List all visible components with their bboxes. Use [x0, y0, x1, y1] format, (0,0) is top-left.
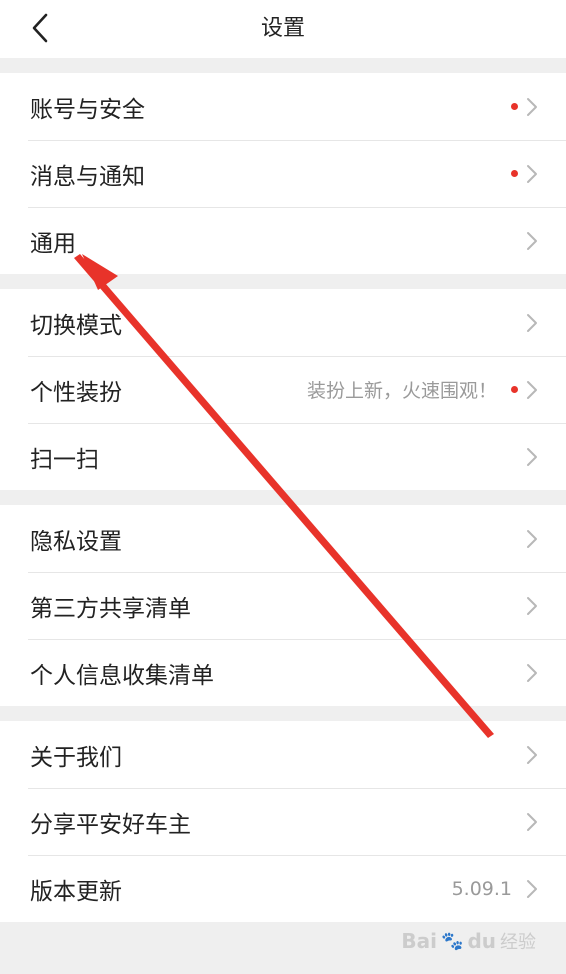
- settings-group: 隐私设置第三方共享清单 个人信息收集清单: [0, 505, 566, 706]
- settings-row-trailing: [526, 663, 538, 683]
- settings-row[interactable]: 切换模式: [0, 289, 566, 356]
- settings-row[interactable]: 消息与通知: [0, 140, 566, 207]
- settings-row-label: 个性装扮: [30, 379, 122, 406]
- settings-row[interactable]: 个人信息收集清单: [0, 639, 566, 706]
- chevron-right-icon: [527, 164, 537, 183]
- settings-row-label: 个人信息收集清单: [30, 662, 214, 689]
- settings-row[interactable]: 关于我们: [0, 721, 566, 788]
- section-gap: [0, 490, 566, 505]
- chevron-right-icon: [527, 231, 537, 250]
- chevron-right-icon: [527, 879, 537, 898]
- red-dot-badge-icon: [511, 170, 518, 177]
- watermark-logo: Bai 🐾 du 经验: [401, 928, 536, 954]
- settings-row-label: 消息与通知: [30, 163, 145, 190]
- settings-list: 账号与安全消息与通知通用切换模式个性装扮 装扮上新，火速围观！ 扫一扫隐私设置第三方…: [0, 58, 566, 922]
- settings-row-label: 分享平安好车主: [30, 811, 191, 838]
- settings-row-label: 切换模式: [30, 312, 122, 339]
- settings-row-label: 版本更新: [30, 878, 122, 905]
- settings-group: 账号与安全消息与通知通用: [0, 73, 566, 274]
- settings-row-label: 通用: [30, 230, 76, 257]
- chevron-right-icon: [527, 97, 537, 116]
- chevron-right-icon: [527, 812, 537, 831]
- settings-row-label: 第三方共享清单: [30, 595, 191, 622]
- settings-row-label: 扫一扫: [30, 446, 99, 473]
- settings-row-detail: 装扮上新，火速围观！: [306, 380, 497, 402]
- watermark-suffix: 经验: [500, 932, 536, 953]
- settings-row-trailing: [526, 231, 538, 251]
- settings-row[interactable]: 分享平安好车主: [0, 788, 566, 855]
- red-dot-badge-icon: [511, 103, 518, 110]
- settings-row[interactable]: 隐私设置: [0, 505, 566, 572]
- section-gap: [0, 274, 566, 289]
- page-title: 设置: [260, 16, 305, 41]
- chevron-right-icon: [527, 529, 537, 548]
- settings-row-trailing: [511, 97, 538, 117]
- settings-row-trailing: [511, 164, 538, 184]
- watermark-brand: Bai: [401, 929, 438, 953]
- chevron-right-icon: [527, 663, 537, 682]
- chevron-right-icon: [527, 380, 537, 399]
- paw-icon: 🐾: [441, 930, 464, 952]
- chevron-right-icon: [527, 447, 537, 466]
- settings-row-label: 隐私设置: [30, 528, 122, 555]
- section-gap: [0, 706, 566, 721]
- watermark-brand-end: du: [467, 929, 496, 953]
- top-nav-bar: 设置: [0, 0, 566, 58]
- settings-group: 关于我们分享平安好车主 版本更新 5.09.1: [0, 721, 566, 922]
- settings-row-label: 关于我们: [30, 744, 122, 771]
- settings-row-trailing: [526, 313, 538, 333]
- settings-row-label: 账号与安全: [30, 96, 145, 123]
- red-dot-badge-icon: [511, 386, 518, 393]
- settings-row-detail: 5.09.1: [451, 877, 512, 900]
- chevron-right-icon: [527, 313, 537, 332]
- settings-row[interactable]: 第三方共享清单: [0, 572, 566, 639]
- settings-row[interactable]: 扫一扫: [0, 423, 566, 490]
- settings-row-trailing: [526, 745, 538, 765]
- settings-row-trailing: [526, 812, 538, 832]
- settings-row-trailing: [526, 596, 538, 616]
- chevron-right-icon: [527, 596, 537, 615]
- settings-row-trailing: [526, 447, 538, 467]
- settings-row-trailing: 5.09.1: [452, 878, 538, 900]
- settings-row[interactable]: 账号与安全: [0, 73, 566, 140]
- settings-row[interactable]: 个性装扮 装扮上新，火速围观！: [0, 356, 566, 423]
- section-gap: [0, 58, 566, 73]
- chevron-right-icon: [527, 745, 537, 764]
- settings-row-trailing: 装扮上新，火速围观！: [307, 376, 538, 403]
- settings-row[interactable]: 版本更新 5.09.1: [0, 855, 566, 922]
- settings-row[interactable]: 通用: [0, 207, 566, 274]
- settings-row-trailing: [526, 529, 538, 549]
- settings-group: 切换模式个性装扮 装扮上新，火速围观！ 扫一扫: [0, 289, 566, 490]
